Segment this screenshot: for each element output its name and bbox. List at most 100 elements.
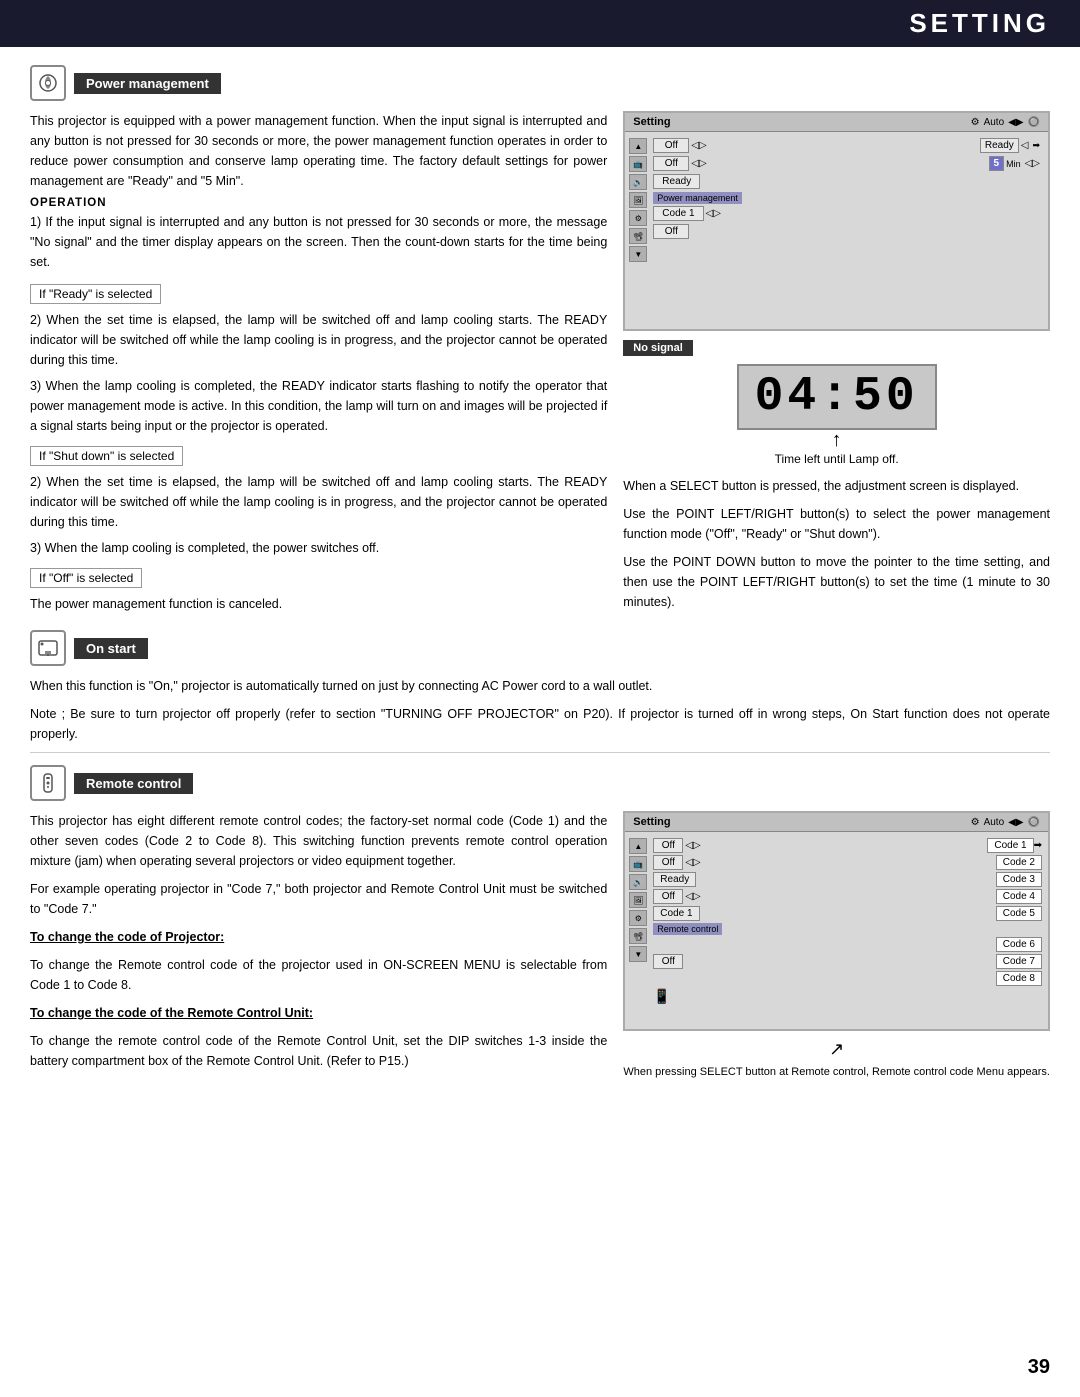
on-start-header: On start (30, 630, 1050, 666)
proj-rc-icon-auto: Auto (984, 817, 1005, 828)
power-management-icon (30, 65, 66, 101)
page-header: SETTING (0, 0, 1080, 47)
condition1-label: If "Ready" is selected (39, 287, 152, 301)
proj-row2-value: 5 (989, 156, 1005, 171)
projector-ui-power: Setting ⚙ Auto ◀▶ 🔘 ▲ 📺 🔊 🖼 ⚙ (623, 111, 1050, 331)
remote-two-col: This projector has eight different remot… (30, 811, 1050, 1081)
proj-row5: Off (653, 224, 1042, 239)
condition1-text2: 3) When the lamp cooling is completed, t… (30, 376, 607, 436)
proj-rc-titlebar: Setting ⚙ Auto ◀▶ 🔘 (625, 813, 1048, 832)
remote-control-icon (30, 765, 66, 801)
remote-col-right: Setting ⚙ Auto ◀▶ 🔘 ▲ 📺 🔊 (623, 811, 1050, 1081)
remote-col-left: This projector has eight different remot… (30, 811, 607, 1081)
proj-row1: Off ◁▷ Ready ◁ ➡ (653, 138, 1042, 153)
proj-titlebar: Setting ⚙ Auto ◀▶ 🔘 (625, 113, 1048, 132)
desc2: Use the POINT LEFT/RIGHT button(s) to se… (623, 504, 1050, 544)
page-number: 39 (1028, 1356, 1050, 1379)
power-mgmt-body1: This projector is equipped with a power … (30, 111, 607, 191)
rc-sidebar-icon-6: 📽 (629, 928, 647, 944)
proj-row2-min: Min (1004, 159, 1023, 169)
on-start-icon (30, 630, 66, 666)
proj-main: Off ◁▷ Ready ◁ ➡ Off ◁▷ 5 Min (649, 136, 1046, 264)
sidebar-icon-2: 📺 (629, 156, 647, 172)
power-management-header: Power management (30, 65, 1050, 101)
rc-sidebar-icon-7: ▼ (629, 946, 647, 962)
remote-body2: For example operating projector in "Code… (30, 879, 607, 919)
nosignal-section: No signal 04:50 ↑ Time left until Lamp o… (623, 339, 1050, 466)
rc-row7-value: Code 7 (996, 954, 1042, 969)
proj-rc-sidebar: ▲ 📺 🔊 🖼 ⚙ 📽 ▼ (627, 836, 649, 1009)
rc-row-icon: 📱 (653, 988, 1042, 1005)
change-projector-text: To change the Remote control code of the… (30, 955, 607, 995)
change-remote-label: To change the code of the Remote Control… (30, 1003, 607, 1023)
rc-row7-btn: Off (653, 954, 683, 969)
sidebar-icon-5: ⚙ (629, 210, 647, 226)
rc-row3-value: Code 3 (996, 872, 1042, 887)
timeleft-label: Time left until Lamp off. (623, 452, 1050, 466)
proj-row2-arrow: ◁▷ (689, 158, 708, 169)
proj-title-icons: ⚙ Auto ◀▶ 🔘 (971, 117, 1040, 128)
rc-row2-btn: Off (653, 855, 683, 870)
remote-body1: This projector has eight different remot… (30, 811, 607, 871)
countdown-display: 04:50 (737, 364, 937, 430)
proj-rc-main: Off ◁▷ Code 1 ➡ Off ◁▷ Code 2 (649, 836, 1046, 1009)
rc-sidebar-icon-1: ▲ (629, 838, 647, 854)
condition3-label: If "Off" is selected (39, 571, 133, 585)
rc-sidebar-icon-2: 📺 (629, 856, 647, 872)
sidebar-icon-7: ▼ (629, 246, 647, 262)
rc-row4-btn: Off (653, 889, 683, 904)
proj-sidebar: ▲ 📺 🔊 🖼 ⚙ 📽 ▼ (627, 136, 649, 264)
condition3-box: If "Off" is selected (30, 568, 142, 588)
rc-row7: Off Code 7 (653, 954, 1042, 969)
proj-icon-settings: ⚙ (971, 117, 980, 128)
proj-rc-icon-extra: 🔘 (1028, 817, 1040, 828)
condition1-text1: 2) When the set time is elapsed, the lam… (30, 310, 607, 370)
on-start-body1: When this function is "On," projector is… (30, 676, 1050, 696)
remote-control-section: Remote control This projector has eight … (30, 765, 1050, 1081)
proj-row4-btn: Code 1 (653, 206, 703, 221)
rc-row5: Code 1 Code 5 (653, 906, 1042, 921)
proj-rc-icon-nav: ◀▶ (1008, 817, 1023, 828)
rc-row2: Off ◁▷ Code 2 (653, 855, 1042, 870)
on-start-section: On start When this function is "On," pro… (30, 630, 1050, 744)
countdown-container: 04:50 ↑ Time left until Lamp off. (623, 364, 1050, 466)
rc-row6: Code 6 (653, 937, 1042, 952)
section-divider (30, 752, 1050, 753)
proj-rc-body: ▲ 📺 🔊 🖼 ⚙ 📽 ▼ Off ◁▷ (625, 832, 1048, 1013)
proj-row4: Code 1 ◁▷ (653, 206, 1042, 221)
rc-row6-value: Code 6 (996, 937, 1042, 952)
proj-row1-arrow3: ➡ (1030, 140, 1042, 151)
rc-row3: Ready Code 3 (653, 872, 1042, 887)
power-management-label: Power management (74, 73, 221, 94)
operation-text: 1) If the input signal is interrupted an… (30, 212, 607, 272)
proj-row1-arrow: ◁▷ (689, 140, 708, 151)
proj-pm-label: Power management (653, 192, 742, 204)
condition2-text1: 2) When the set time is elapsed, the lam… (30, 472, 607, 532)
proj-title-left: Setting (633, 116, 670, 128)
rc-sidebar-icon-3: 🔊 (629, 874, 647, 890)
desc3: Use the POINT DOWN button to move the po… (623, 552, 1050, 612)
proj-rc-title-icons: ⚙ Auto ◀▶ 🔘 (971, 817, 1040, 828)
proj-row2-arrow2: ◁▷ (1023, 158, 1042, 169)
rc-row5-btn: Code 1 (653, 906, 699, 921)
page-title: SETTING (909, 8, 1050, 38)
arrow-callout: ↗ (829, 1039, 844, 1060)
rc-row1-btn: Off (653, 838, 683, 853)
rc-row1-value: Code 1 (987, 838, 1033, 853)
proj-body: ▲ 📺 🔊 🖼 ⚙ 📽 ▼ Off ◁▷ Ready (625, 132, 1048, 268)
rc-callout: ↗ When pressing SELECT button at Remote … (623, 1035, 1050, 1081)
rc-row8: Code 8 (653, 971, 1042, 986)
proj-row3-btn: Ready (653, 174, 700, 189)
proj-row1-arrow2: ◁ (1019, 140, 1031, 151)
rc-row8-value: Code 8 (996, 971, 1042, 986)
proj-row4-arrow: ◁▷ (704, 208, 723, 219)
rc-row-icon-symbol: 📱 (653, 988, 670, 1005)
rc-sidebar-icon-4: 🖼 (629, 892, 647, 908)
change-projector-label: To change the code of Projector: (30, 927, 607, 947)
sidebar-icon-4: 🖼 (629, 192, 647, 208)
rc-label: Remote control (653, 923, 722, 935)
proj-rc-icon-settings: ⚙ (971, 817, 980, 828)
condition2-box: If "Shut down" is selected (30, 446, 183, 466)
sidebar-icon-6: 📽 (629, 228, 647, 244)
projector-ui-remote: Setting ⚙ Auto ◀▶ 🔘 ▲ 📺 🔊 (623, 811, 1050, 1031)
